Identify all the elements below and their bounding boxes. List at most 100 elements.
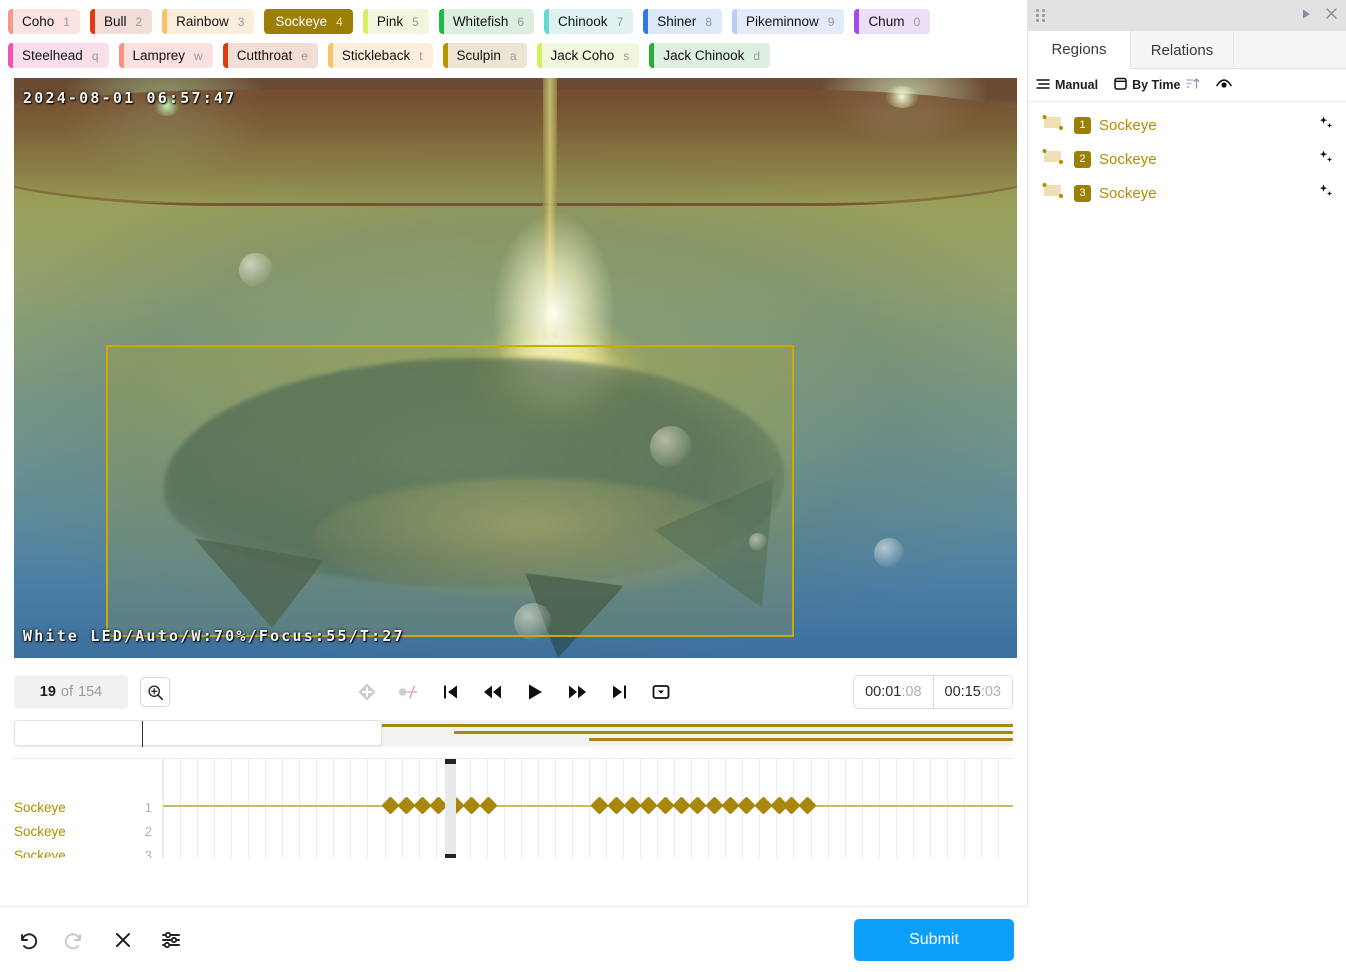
region-badge: 2 xyxy=(1074,151,1091,168)
label-chip-coho[interactable]: Coho1 xyxy=(8,9,80,34)
timeline-keyframe[interactable] xyxy=(590,796,608,814)
timeline-minimap[interactable] xyxy=(14,720,1013,746)
region-label: Sockeye xyxy=(1099,151,1157,168)
minimap-track-2 xyxy=(454,731,1013,734)
total-time-frac: :03 xyxy=(981,684,1001,700)
label-chip-jack-coho[interactable]: Jack Cohos xyxy=(537,43,640,68)
label-chip-hotkey: 7 xyxy=(617,16,624,28)
timeline-series-1[interactable] xyxy=(163,797,1013,815)
timeline-row-number: 3 xyxy=(145,848,152,859)
settings-sliders-icon[interactable] xyxy=(158,927,184,953)
timeline-row-label[interactable]: Sockeye1 xyxy=(14,795,162,819)
label-chip-hotkey: q xyxy=(92,50,99,62)
region-list-item[interactable]: 2 Sockeye xyxy=(1028,142,1346,176)
jump-start-icon[interactable] xyxy=(439,680,463,704)
label-chip-text: Whitefish xyxy=(453,15,509,29)
label-chip-hotkey: 3 xyxy=(238,16,245,28)
label-chip-pink[interactable]: Pink5 xyxy=(363,9,429,34)
timeline-row-label[interactable]: Sockeye2 xyxy=(14,819,162,843)
expand-play-icon[interactable] xyxy=(1300,7,1312,25)
undo-icon[interactable] xyxy=(14,927,40,953)
keypoint-icon[interactable] xyxy=(355,680,379,704)
label-color-bar xyxy=(328,43,333,68)
timeline-keyframe[interactable] xyxy=(462,796,480,814)
bubble xyxy=(239,253,273,287)
label-chip-cutthroat[interactable]: Cutthroate xyxy=(223,43,318,68)
toggle-visibility-button[interactable] xyxy=(1216,78,1232,93)
current-time[interactable]: 00:01:08 xyxy=(854,676,932,708)
region-bounding-box[interactable] xyxy=(106,345,794,637)
drag-handle-icon[interactable] xyxy=(1036,9,1048,23)
timeline-keyframe[interactable] xyxy=(479,796,497,814)
label-chip-jack-chinook[interactable]: Jack Chinookd xyxy=(649,43,770,68)
minimap-playhead[interactable] xyxy=(142,721,143,747)
frame-of-label: of xyxy=(61,684,73,700)
timeline-keyframe[interactable] xyxy=(639,796,657,814)
jump-end-icon[interactable] xyxy=(607,680,631,704)
manual-order-label: Manual xyxy=(1055,78,1098,92)
manual-order-button[interactable]: Manual xyxy=(1036,78,1098,93)
submit-button[interactable]: Submit xyxy=(854,919,1014,961)
tab-relations[interactable]: Relations xyxy=(1131,31,1234,69)
tab-regions[interactable]: Regions xyxy=(1028,31,1131,69)
total-time[interactable]: 00:15:03 xyxy=(933,676,1012,708)
zoom-in-icon[interactable] xyxy=(140,677,170,707)
play-icon[interactable] xyxy=(523,680,547,704)
timecode-box: 00:01:08 00:15:03 xyxy=(853,675,1013,709)
label-palette: Coho1 Bull2 Rainbow3 Sockeye4 Pink5 Whitefish… xyxy=(0,0,1027,72)
timeline-row-name: Sockeye xyxy=(14,824,66,839)
label-chip-stickleback[interactable]: Sticklebackt xyxy=(328,43,433,68)
timeline-keyframe[interactable] xyxy=(798,796,816,814)
label-chip-shiner[interactable]: Shiner8 xyxy=(643,9,722,34)
sparkle-icon[interactable] xyxy=(1318,115,1334,136)
timeline-keyframe[interactable] xyxy=(688,796,706,814)
label-color-bar xyxy=(439,9,444,34)
label-chip-rainbow[interactable]: Rainbow3 xyxy=(162,9,254,34)
label-row-1: Coho1 Bull2 Rainbow3 Sockeye4 Pink5 Whitefish… xyxy=(8,9,1019,34)
sparkle-icon[interactable] xyxy=(1318,183,1334,204)
label-chip-whitefish[interactable]: Whitefish6 xyxy=(439,9,534,34)
frame-counter[interactable]: 19 of 154 xyxy=(14,675,128,709)
label-chip-hotkey: d xyxy=(753,50,760,62)
history-actions xyxy=(14,927,184,953)
main-column: Coho1 Bull2 Rainbow3 Sockeye4 Pink5 Whitefish… xyxy=(0,0,1028,972)
label-chip-chinook[interactable]: Chinook7 xyxy=(544,9,633,34)
label-chip-sockeye[interactable]: Sockeye4 xyxy=(264,9,352,34)
region-list-item[interactable]: 1Sockeye xyxy=(1028,108,1346,142)
label-chip-lamprey[interactable]: Lampreyw xyxy=(119,43,213,68)
frame-current: 19 xyxy=(40,684,56,700)
label-chip-text: Pikeminnow xyxy=(746,15,819,29)
label-color-bar xyxy=(119,43,124,68)
minimap-viewport[interactable] xyxy=(14,720,382,746)
bounding-box-icon xyxy=(1042,114,1064,136)
region-label: Sockeye xyxy=(1099,117,1157,134)
label-chip-text: Chum xyxy=(868,15,904,29)
next-frame-icon[interactable] xyxy=(565,680,589,704)
label-chip-bull[interactable]: Bull2 xyxy=(90,9,152,34)
label-chip-chum[interactable]: Chum0 xyxy=(854,9,930,34)
bounding-box-icon xyxy=(1042,148,1064,170)
timeline-keyframe[interactable] xyxy=(737,796,755,814)
side-panel: RegionsRelations Manual By Time xyxy=(1028,0,1346,972)
label-chip-hotkey: w xyxy=(194,50,203,62)
sparkle-icon[interactable] xyxy=(1318,149,1334,170)
timeline-playhead[interactable] xyxy=(445,759,456,858)
video-frame[interactable]: 2024-08-01 06:57:47 White LED/Auto/W:70%… xyxy=(14,78,1017,658)
label-chip-sculpin[interactable]: Sculpina xyxy=(443,43,527,68)
timeline-grid[interactable] xyxy=(162,759,1013,858)
label-chip-pikeminnow[interactable]: Pikeminnow9 xyxy=(732,9,844,34)
by-time-order-button[interactable]: By Time xyxy=(1114,77,1200,93)
timeline-row-label[interactable]: Sockeye3 xyxy=(14,843,162,858)
label-chip-steelhead[interactable]: Steelheadq xyxy=(8,43,109,68)
collapse-icon[interactable] xyxy=(649,680,673,704)
sort-ascending-icon[interactable] xyxy=(1186,77,1200,93)
label-chip-text: Sockeye xyxy=(275,15,327,29)
label-color-bar xyxy=(8,43,13,68)
redo-icon[interactable] xyxy=(62,927,88,953)
prev-frame-icon[interactable] xyxy=(481,680,505,704)
reset-icon[interactable] xyxy=(110,927,136,953)
collapse-panel-icon[interactable] xyxy=(1325,7,1338,25)
split-region-icon[interactable] xyxy=(397,680,421,704)
region-list-item[interactable]: 3Sockeye xyxy=(1028,176,1346,210)
timeline-row-name: Sockeye xyxy=(14,800,66,815)
